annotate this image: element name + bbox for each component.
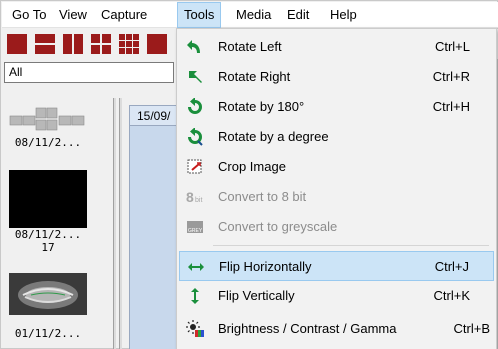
menu-item-crop-image[interactable]: Crop Image <box>179 152 494 182</box>
rotate-degree-icon <box>186 128 204 146</box>
menu-edit[interactable]: Edit <box>281 2 315 28</box>
menu-item-brightness-contrast-gamma[interactable]: Brightness / Contrast / Gamma Ctrl+B <box>179 314 494 344</box>
thumbnail-item[interactable]: 08/11/2... 17 <box>9 170 87 254</box>
menu-item-convert-8bit: 8 bit Convert to 8 bit <box>179 182 494 212</box>
menu-item-shortcut: Ctrl+J <box>434 259 469 274</box>
menu-separator <box>213 245 489 246</box>
filter-dropdown[interactable]: All <box>4 62 174 83</box>
layout-2x2-icon[interactable] <box>90 33 112 55</box>
menu-item-label: Flip Vertically <box>218 288 295 303</box>
layout-4x4-icon[interactable] <box>146 33 168 55</box>
xray-thumbnail <box>9 273 87 315</box>
menu-capture[interactable]: Capture <box>95 2 153 28</box>
rotate-180-icon <box>186 98 204 116</box>
rotate-left-icon <box>186 38 204 56</box>
menu-media[interactable]: Media <box>230 2 277 28</box>
menu-item-label: Rotate by a degree <box>218 129 329 144</box>
menu-view[interactable]: View <box>53 2 93 28</box>
menu-item-label: Rotate Right <box>218 69 291 84</box>
menu-item-label: Rotate Left <box>218 39 282 54</box>
menu-item-label: Brightness / Contrast / Gamma <box>218 321 397 336</box>
menu-item-rotate-left[interactable]: Rotate Left Ctrl+L <box>179 32 494 62</box>
crop-icon <box>186 158 204 176</box>
thumbnail-item[interactable]: 01/11/2... <box>9 273 87 340</box>
menu-item-convert-greyscale: GREY Convert to greyscale <box>179 212 494 242</box>
menu-item-rotate-by-degree[interactable]: Rotate by a degree <box>179 122 494 152</box>
menu-item-shortcut: Ctrl+K <box>433 288 470 303</box>
menu-item-flip-horizontally[interactable]: Flip Horizontally Ctrl+J <box>179 251 494 281</box>
layout-3x3-icon[interactable] <box>118 33 140 55</box>
thumbnail-panel: 08/11/2... 08/11/2... 17 01/11/2... <box>4 98 104 348</box>
svg-text:GREY: GREY <box>188 228 203 234</box>
menu-item-flip-vertically[interactable]: Flip Vertically Ctrl+K <box>179 281 494 311</box>
layout-template-thumbnail <box>9 106 87 136</box>
flip-vertical-icon <box>186 287 204 305</box>
menu-item-label: Crop Image <box>218 159 286 174</box>
layout-2-cols-icon[interactable] <box>62 33 84 55</box>
menu-item-label: Convert to greyscale <box>218 219 338 234</box>
thumbnail-item[interactable]: 08/11/2... <box>9 106 87 149</box>
menu-item-shortcut: Ctrl+R <box>432 69 470 84</box>
panel-splitter[interactable] <box>113 98 116 349</box>
brightness-contrast-icon <box>186 320 204 338</box>
panel-splitter[interactable] <box>119 98 122 349</box>
svg-text:8: 8 <box>186 189 194 205</box>
8bit-icon: 8 bit <box>186 188 204 206</box>
menu-item-shortcut: Ctrl+H <box>432 99 470 114</box>
greyscale-icon: GREY <box>186 218 204 236</box>
menu-item-shortcut: Ctrl+B <box>453 321 490 336</box>
tools-menu: Rotate Left Ctrl+L Rotate Right Ctrl+R R… <box>176 28 497 349</box>
menu-item-shortcut: Ctrl+L <box>434 39 470 54</box>
application-window: Go To View Capture Tools Media Edit Help… <box>0 0 498 349</box>
thumbnail-date: 08/11/2... <box>14 136 82 149</box>
menu-tools[interactable]: Tools <box>177 2 222 28</box>
menu-item-label: Convert to 8 bit <box>218 189 307 204</box>
layout-2-rows-icon[interactable] <box>34 33 56 55</box>
svg-text:bit: bit <box>195 197 202 204</box>
menu-item-label: Rotate by 180° <box>218 99 305 114</box>
menu-bar: Go To View Capture Tools Media Edit Help <box>2 2 498 28</box>
menu-item-label: Flip Horizontally <box>219 259 312 274</box>
menu-go-to[interactable]: Go To <box>6 2 52 28</box>
thumbnail-date: 08/11/2... <box>14 228 82 241</box>
menu-help[interactable]: Help <box>324 2 363 28</box>
flip-horizontal-icon <box>187 258 205 276</box>
thumbnail-count: 17 <box>41 241 55 254</box>
thumbnail-date: 01/11/2... <box>14 327 82 340</box>
menu-item-rotate-right[interactable]: Rotate Right Ctrl+R <box>179 62 494 92</box>
layout-1x1-icon[interactable] <box>6 33 28 55</box>
black-image-thumbnail <box>9 170 87 228</box>
rotate-right-icon <box>186 68 204 86</box>
menu-item-rotate-180[interactable]: Rotate by 180° Ctrl+H <box>179 92 494 122</box>
